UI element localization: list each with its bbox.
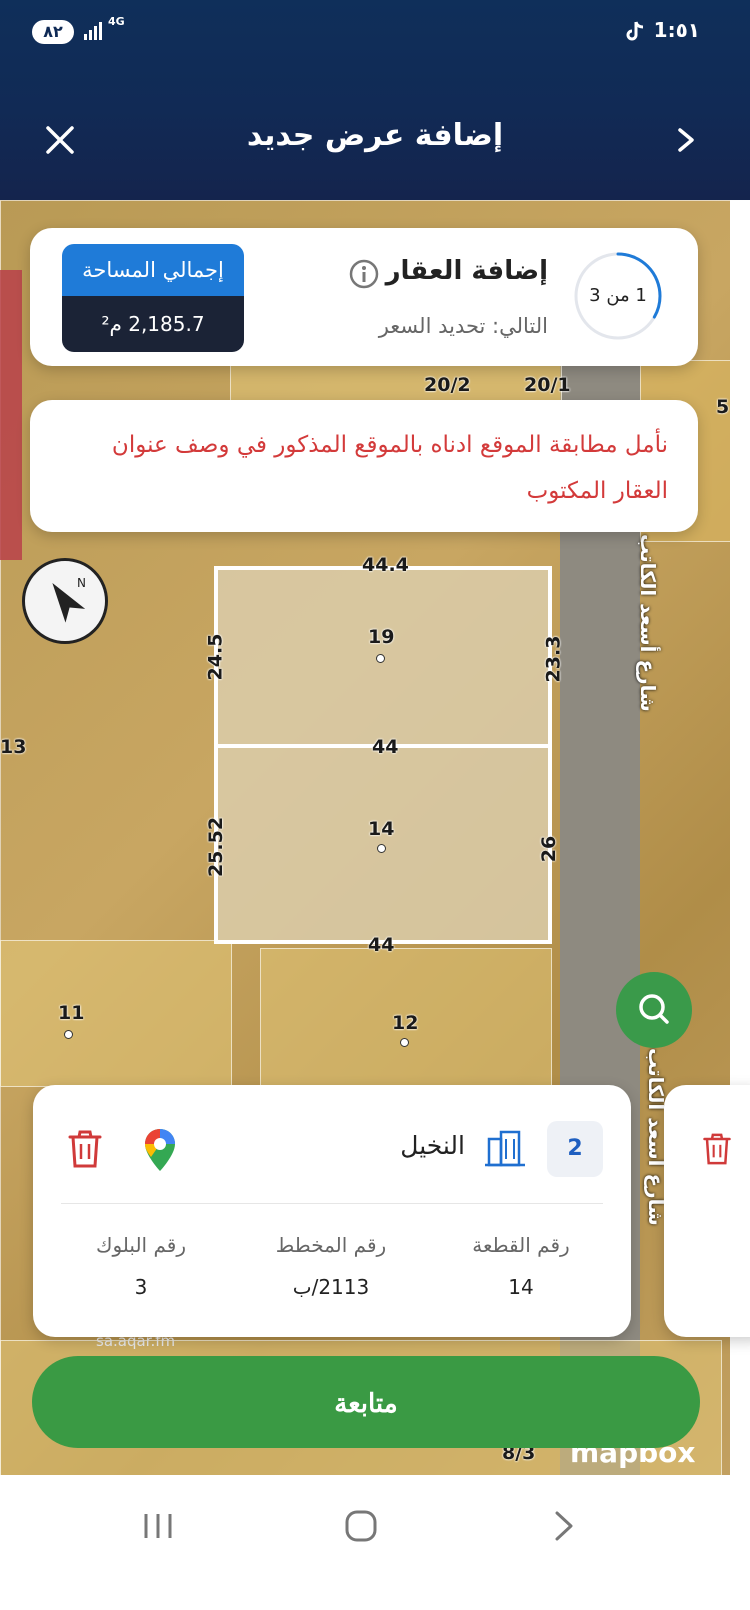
google-maps-pin-icon[interactable] — [143, 1127, 177, 1173]
step-card: إجمالي المساحة 2,185.7 م² إضافة العقار ا… — [30, 228, 698, 366]
svg-text:N: N — [77, 576, 86, 590]
property-card[interactable]: 2 النخيل رقم القطعة 14 رقم المخطط 2113/ب… — [33, 1085, 631, 1337]
building-icon — [485, 1130, 525, 1167]
tiktok-icon — [626, 21, 644, 41]
card-divider — [61, 1203, 603, 1204]
plan-number-label: رقم المخطط — [275, 1233, 387, 1257]
area-value: 2,185.7 م² — [62, 296, 244, 352]
lot-right-upper: 23.3 — [542, 635, 565, 683]
district-name: النخيل — [400, 1131, 465, 1160]
highlighted-plot — [0, 270, 22, 560]
total-area-badge: إجمالي المساحة 2,185.7 م² — [62, 244, 244, 352]
clock: 1:٥١ — [653, 18, 700, 42]
system-nav-bar — [0, 1475, 750, 1610]
plot-dot — [64, 1030, 73, 1039]
plot-number-field: رقم القطعة 14 — [431, 1233, 611, 1299]
network-type: 4G — [108, 15, 125, 28]
app-header: ٨٢ 4G 1:٥١ إضافة عرض جديد — [0, 0, 750, 200]
notice-text: نأمل مطابقة الموقع ادناه بالموقع المذكور… — [111, 432, 668, 504]
home-icon[interactable] — [344, 1509, 378, 1543]
plot-label: 11 — [58, 1002, 85, 1024]
signal-icon — [84, 22, 102, 40]
lot-top-width: 44.4 — [362, 554, 409, 576]
area-label: إجمالي المساحة — [62, 244, 244, 296]
lot-dot — [376, 654, 385, 663]
lot-number-14: 14 — [368, 818, 395, 840]
step-title: إضافة العقار — [385, 256, 548, 286]
status-bar: ٨٢ 4G 1:٥١ — [0, 0, 750, 70]
lot-right-lower: 26 — [538, 835, 561, 863]
compass-icon[interactable]: N — [22, 558, 108, 644]
plot-label: 13 — [0, 736, 27, 758]
zoom-search-button[interactable] — [616, 972, 692, 1048]
property-index-badge: 2 — [547, 1121, 603, 1177]
location-notice-card: نأمل مطابقة الموقع ادناه بالموقع المذكور… — [30, 400, 698, 532]
plot-block — [0, 940, 232, 1087]
lot-left-lower: 25.52 — [205, 816, 228, 878]
battery-indicator: ٨٢ — [32, 20, 74, 44]
recents-icon[interactable] — [140, 1511, 176, 1541]
lot-left-upper: 24.5 — [204, 633, 227, 681]
magnifier-icon — [639, 994, 669, 1024]
back-chevron-icon[interactable] — [670, 122, 702, 158]
next-step: التالي: تحديد السعر — [378, 314, 548, 338]
plot-dot — [400, 1038, 409, 1047]
delete-trash-icon[interactable] — [67, 1129, 103, 1169]
step-progress-label: 1 من 3 — [589, 285, 647, 306]
plot-label: 20/1 — [524, 374, 571, 396]
lot-divider-width: 44 — [372, 736, 399, 758]
continue-button[interactable]: متابعة — [32, 1356, 700, 1448]
lot-number-19: 19 — [368, 626, 395, 648]
plan-number-field: رقم المخطط 2113/ب — [241, 1233, 421, 1299]
next-property-card[interactable] — [664, 1085, 750, 1337]
block-number-value: 3 — [134, 1275, 148, 1299]
block-number-label: رقم البلوك — [95, 1233, 186, 1257]
plot-label: 12 — [392, 1012, 419, 1034]
lot-dot — [377, 844, 386, 853]
plot-label: 5 — [716, 396, 730, 418]
plot-block — [230, 365, 562, 401]
plan-number-value: 2113/ب — [292, 1275, 370, 1299]
info-icon[interactable] — [348, 258, 380, 290]
lot-bottom-width: 44 — [368, 934, 395, 956]
page-title: إضافة عرض جديد — [246, 118, 504, 153]
plot-number-value: 14 — [508, 1275, 534, 1299]
street-name: شارع أسعد الكاتب — [636, 534, 660, 712]
block-number-field: رقم البلوك 3 — [51, 1233, 231, 1299]
back-icon[interactable] — [552, 1509, 576, 1543]
delete-trash-icon — [703, 1133, 731, 1165]
plot-label: 20/2 — [424, 374, 471, 396]
plot-number-label: رقم القطعة — [472, 1233, 570, 1257]
